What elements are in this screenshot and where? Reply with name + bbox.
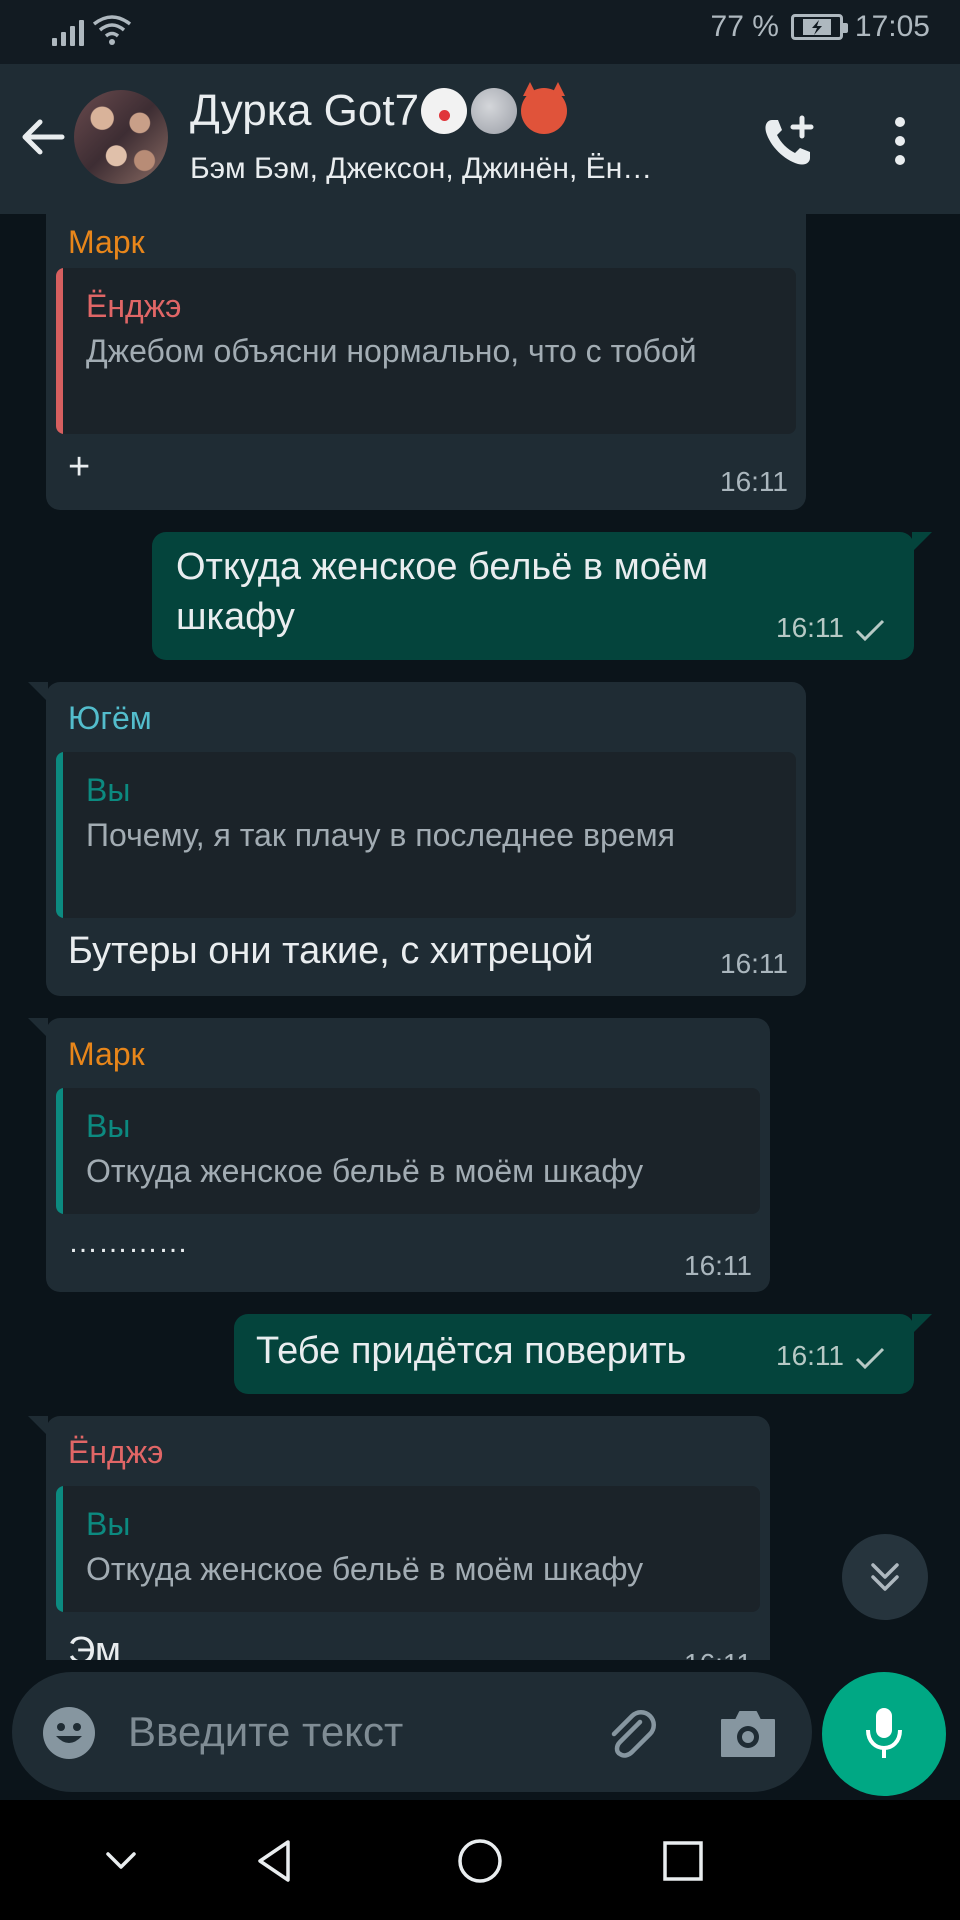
incoming-message[interactable]: Ёнджэ Вы Откуда женское бельё в моём шка… bbox=[28, 1416, 770, 1660]
reply-quote[interactable]: Вы Откуда женское бельё в моём шкафу bbox=[56, 1088, 760, 1214]
microphone-icon bbox=[866, 1708, 902, 1758]
incoming-message[interactable]: Югём Вы Почему, я так плачу в последнее … bbox=[28, 682, 806, 996]
system-navigation-bar bbox=[0, 1800, 960, 1920]
back-arrow-icon[interactable] bbox=[18, 112, 68, 162]
quote-text: Джебом объясни нормально, что с тобой bbox=[86, 333, 697, 369]
chat-title[interactable]: Дурка Got7 bbox=[190, 82, 568, 136]
clown-face-icon bbox=[417, 88, 472, 134]
group-avatar[interactable] bbox=[74, 90, 168, 184]
incoming-message[interactable]: Марк Ёнджэ Джебом объясни нормально, что… bbox=[46, 214, 806, 510]
message-sender: Марк bbox=[68, 224, 145, 260]
more-options-icon[interactable] bbox=[890, 116, 910, 166]
chat-title-text: Дурка Got7 bbox=[190, 86, 420, 135]
message-input[interactable] bbox=[128, 1700, 488, 1764]
incoming-message[interactable]: Марк Вы Откуда женское бельё в моём шкаф… bbox=[28, 1018, 770, 1292]
message-time: 16:11 bbox=[776, 612, 886, 644]
wifi-icon bbox=[92, 15, 132, 45]
outgoing-message[interactable]: Тебе придётся поверить 16:11 bbox=[234, 1314, 932, 1394]
quote-author: Ёнджэ bbox=[86, 288, 182, 324]
status-bar: 77 % 17:05 bbox=[0, 0, 960, 64]
nav-recents-icon[interactable] bbox=[658, 1836, 708, 1886]
full-moon-face-icon bbox=[471, 88, 518, 134]
reply-quote[interactable]: Вы Почему, я так плачу в последнее время bbox=[56, 752, 796, 918]
clock: 17:05 bbox=[854, 10, 930, 43]
add-call-icon[interactable] bbox=[760, 114, 816, 170]
quote-text: Откуда женское бельё в моём шкафу bbox=[86, 1551, 644, 1587]
reply-quote[interactable]: Вы Откуда женское бельё в моём шкафу bbox=[56, 1486, 760, 1612]
nav-back-icon[interactable] bbox=[250, 1836, 300, 1886]
message-input-container bbox=[12, 1672, 812, 1792]
signal-icon bbox=[52, 16, 84, 46]
sent-check-icon bbox=[855, 1347, 885, 1369]
quote-author: Вы bbox=[86, 1506, 131, 1542]
double-chevron-down-icon bbox=[871, 1563, 899, 1591]
message-time: 16:11 bbox=[776, 1340, 886, 1372]
nav-home-icon[interactable] bbox=[455, 1836, 505, 1886]
emoji-icon[interactable] bbox=[42, 1706, 96, 1760]
camera-icon[interactable] bbox=[718, 1708, 778, 1760]
quote-author: Вы bbox=[86, 1108, 131, 1144]
smiling-imp-icon bbox=[521, 82, 568, 134]
message-text: + bbox=[68, 446, 91, 488]
outgoing-message[interactable]: Откуда женское бельё в моём шкафу 16:11 bbox=[152, 532, 932, 660]
status-right: 77 % 17:05 bbox=[711, 10, 930, 44]
chevron-down-icon[interactable] bbox=[96, 1836, 146, 1886]
message-time: 16:11 bbox=[684, 1648, 752, 1660]
battery-icon bbox=[790, 14, 848, 40]
reply-quote[interactable]: Ёнджэ Джебом объясни нормально, что с то… bbox=[56, 268, 796, 434]
quote-text: Откуда женское бельё в моём шкафу bbox=[86, 1153, 644, 1189]
message-text: Эм bbox=[68, 1630, 122, 1660]
quote-author: Вы bbox=[86, 772, 131, 808]
message-time: 16:11 bbox=[684, 1250, 752, 1281]
paperclip-icon[interactable] bbox=[600, 1704, 660, 1764]
scroll-to-bottom-button[interactable] bbox=[842, 1534, 928, 1620]
quote-text: Почему, я так плачу в последнее время bbox=[86, 817, 675, 853]
message-text: Откуда женское бельё в моём шкафу bbox=[176, 546, 709, 638]
message-sender: Марк bbox=[68, 1036, 145, 1072]
message-time: 16:11 bbox=[720, 948, 788, 979]
message-sender: Югём bbox=[68, 700, 152, 736]
message-text: Тебе придётся поверить bbox=[256, 1330, 687, 1372]
message-time: 16:11 bbox=[720, 466, 788, 497]
message-text: ………… bbox=[68, 1226, 188, 1259]
sent-check-icon bbox=[855, 619, 885, 641]
voice-record-button[interactable] bbox=[822, 1672, 946, 1796]
status-left bbox=[52, 14, 132, 46]
message-list[interactable]: Марк Ёнджэ Джебом объясни нормально, что… bbox=[0, 214, 960, 1660]
composer bbox=[0, 1660, 960, 1800]
message-sender: Ёнджэ bbox=[68, 1434, 164, 1470]
chat-header: Дурка Got7 Бэм Бэм, Джексон, Джинён, Ён… bbox=[0, 64, 960, 214]
message-text: Бутеры они такие, с хитрецой bbox=[68, 930, 594, 972]
chat-participants[interactable]: Бэм Бэм, Джексон, Джинён, Ён… bbox=[190, 152, 720, 186]
battery-percent: 77 % bbox=[710, 10, 779, 43]
